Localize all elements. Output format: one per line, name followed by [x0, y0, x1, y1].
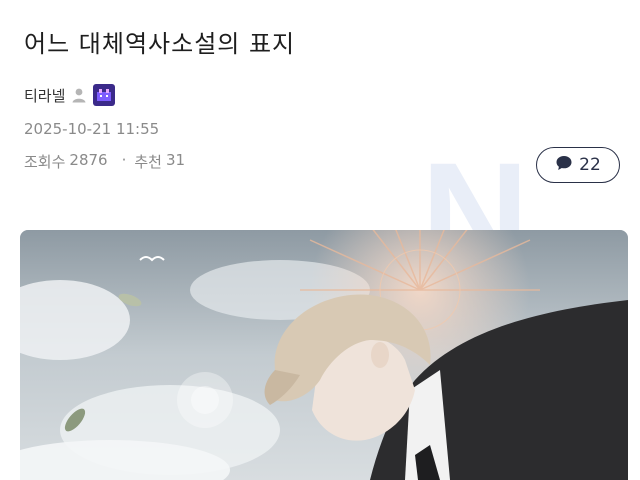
user-icon	[71, 87, 87, 103]
views-label: 조회수	[24, 153, 66, 171]
author-row: 티라넬	[24, 84, 116, 106]
post-title: 어느 대체역사소설의 표지	[24, 30, 296, 58]
stats-separator: ·	[121, 151, 127, 169]
recommend-label: 추천	[134, 153, 162, 171]
speech-bubble-icon	[555, 154, 573, 177]
author-name[interactable]: 티라넬	[24, 85, 65, 106]
level-badge-icon	[93, 84, 116, 106]
recommend-count: 31	[165, 151, 186, 169]
comment-count: 22	[579, 155, 601, 175]
comment-button[interactable]: 22	[536, 147, 620, 183]
views-count: 2876	[69, 151, 108, 169]
cover-image	[20, 230, 628, 480]
post-stats: 조회수 2876 · 추천 31	[24, 151, 185, 172]
post-date: 2025-10-21 11:55	[24, 120, 160, 138]
